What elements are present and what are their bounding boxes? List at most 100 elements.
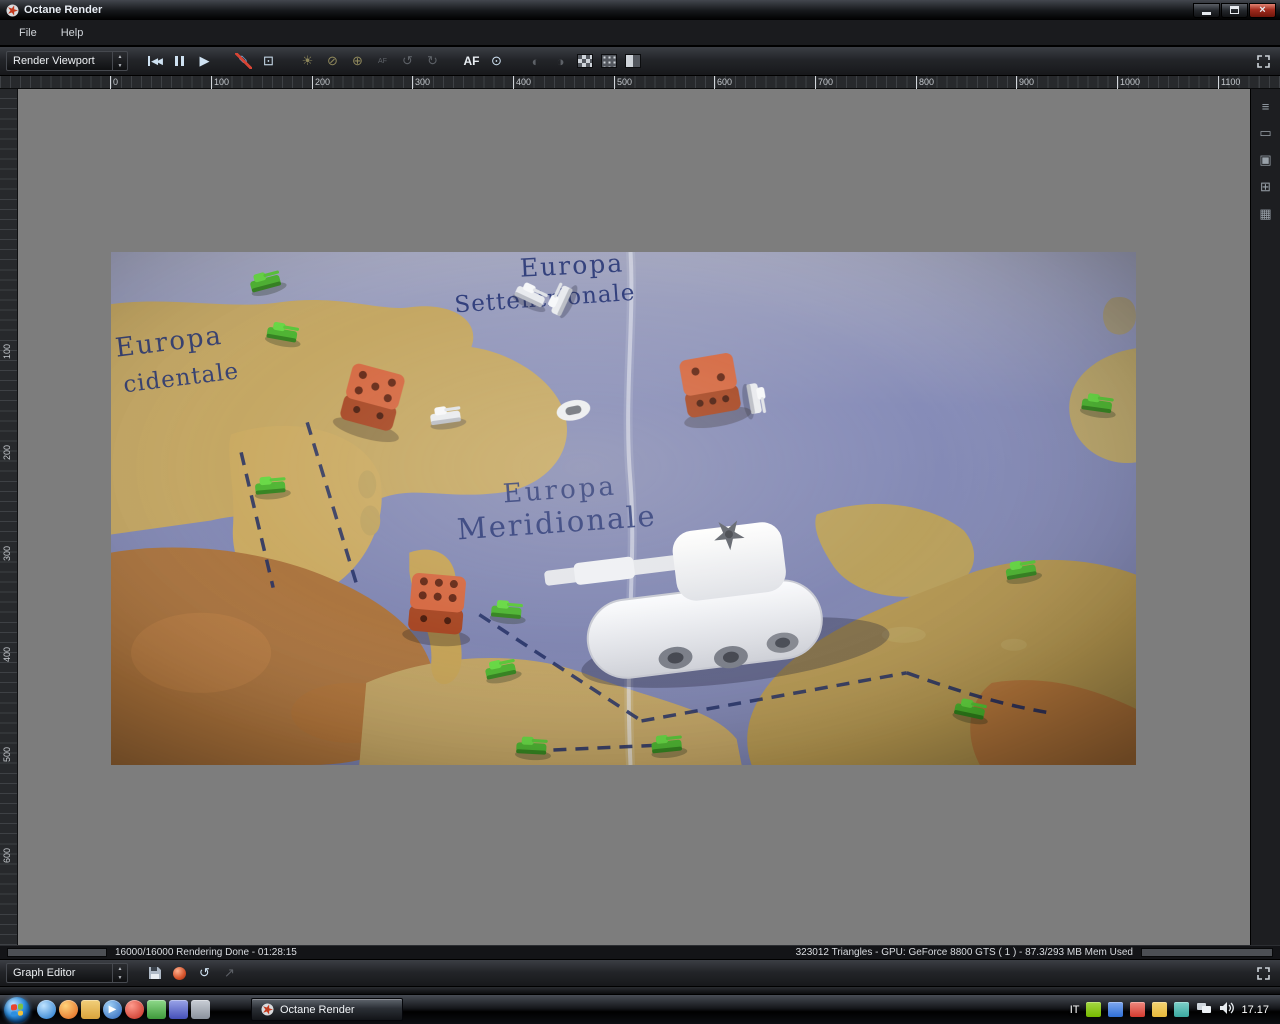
lock-camera-icon[interactable]: ⊘ (320, 50, 345, 72)
viewport-selector-spinner[interactable]: ▲ ▼ (112, 52, 127, 70)
status-bar: 16000/16000 Rendering Done - 01:28:15 32… (0, 945, 1280, 959)
taskbar-octane-button[interactable]: Octane Render (251, 998, 403, 1021)
rotate-cw-icon[interactable]: ↻ (420, 50, 445, 72)
app-icon (6, 4, 19, 16)
close-button[interactable]: × (1249, 2, 1276, 18)
quick-launch-mail-icon[interactable] (169, 1000, 188, 1019)
save-graph-icon[interactable] (142, 962, 167, 984)
taskbar-button-label: Octane Render (280, 1003, 355, 1016)
network-icon[interactable] (1196, 1001, 1212, 1018)
pause-bar (175, 56, 178, 66)
tray-shield-icon[interactable] (1108, 1002, 1124, 1017)
quick-launch-firefox-icon[interactable] (59, 1000, 78, 1019)
ruler-v-label: 100 (2, 344, 12, 360)
language-indicator[interactable]: IT (1070, 1004, 1080, 1016)
menu-file[interactable]: File (8, 23, 48, 43)
pause-render-icon[interactable] (167, 50, 192, 72)
material-ball-icon[interactable] (167, 962, 192, 984)
graph-fullscreen-icon[interactable] (1252, 962, 1274, 984)
render-toolbar: Render Viewport ▲ ▼ ◀◀ ▶ ✎ ⊡ ☀ ⊘ ⊕ AF ↺ … (0, 46, 1280, 76)
autofocus-set-icon[interactable]: AF (370, 50, 395, 72)
export-graph-icon[interactable]: ↗ (217, 962, 242, 984)
ruler-v-label: 400 (2, 647, 12, 663)
play-render-icon[interactable]: ▶ (192, 50, 217, 72)
volume-icon[interactable] (1219, 1001, 1235, 1018)
ruler-h-label: 600 (714, 76, 732, 89)
graph-editor-bar: Graph Editor ▲ ▼ ↺ ↗ (0, 959, 1280, 987)
half-right-icon[interactable]: ◑ (548, 50, 573, 72)
settings-icon[interactable]: ≡ (1256, 96, 1276, 116)
menu-help[interactable]: Help (50, 23, 95, 43)
quick-launch-media-player-icon[interactable]: ▶ (103, 1000, 122, 1019)
fullscreen-icon[interactable] (1252, 50, 1274, 72)
app-icon (261, 1003, 274, 1016)
gpu-status-text: 323012 Triangles - GPU: GeForce 8800 GTS… (795, 947, 1133, 958)
window-bottom-edge (0, 987, 1280, 994)
dither-pattern-icon[interactable] (601, 54, 617, 68)
graph-editor-spinner[interactable]: ▲ ▼ (112, 964, 127, 982)
rendered-image[interactable]: Europa Settentrionale Europa cidentale E… (111, 252, 1136, 765)
viewport-selector[interactable]: Render Viewport ▲ ▼ (6, 51, 128, 71)
ruler-h-label: 700 (815, 76, 833, 89)
alpha-checker-icon[interactable] (577, 54, 593, 68)
refresh-graph-icon[interactable]: ↺ (192, 962, 217, 984)
ruler-h-label: 800 (916, 76, 934, 89)
taskbar-clock[interactable]: 17.17 (1241, 1004, 1269, 1016)
grid-icon[interactable]: ⊞ (1256, 177, 1276, 197)
lamp-icon[interactable]: ☀ (295, 50, 320, 72)
windows-taskbar: ▶ Octane Render IT 17.17 (0, 994, 1280, 1024)
ruler-h-label: 900 (1016, 76, 1034, 89)
spin-down-icon[interactable]: ▼ (113, 61, 127, 70)
compare-split-icon[interactable] (625, 54, 641, 68)
minimize-icon (1202, 11, 1211, 15)
minimize-button[interactable] (1193, 2, 1220, 18)
restart-render-icon[interactable]: ◀◀ (142, 50, 167, 72)
spin-down-icon[interactable]: ▼ (113, 973, 127, 982)
stop-render-icon[interactable]: ✎ (231, 50, 256, 72)
viewport-side-panel: ≡ ▭ ▣ ⊞ ▦ (1250, 89, 1280, 945)
tray-update-icon[interactable] (1152, 1002, 1168, 1017)
rotate-ccw-icon[interactable]: ↺ (395, 50, 420, 72)
quick-launch-app-icon[interactable] (147, 1000, 166, 1019)
ruler-v-label: 600 (2, 848, 12, 864)
window-title: Octane Render (24, 4, 103, 16)
spin-up-icon[interactable]: ▲ (113, 964, 127, 973)
ruler-h-label: 400 (513, 76, 531, 89)
tray-gpu-icon[interactable] (1086, 1002, 1102, 1017)
ruler-v-label: 200 (2, 445, 12, 461)
focus-pick-icon[interactable]: ⊙ (484, 50, 509, 72)
autofocus-button[interactable]: AF (459, 50, 484, 72)
ruler-h-label: 1100 (1218, 76, 1240, 89)
save-render-icon[interactable]: ▣ (1256, 150, 1276, 170)
ruler-v-label: 500 (2, 747, 12, 763)
material-ball (173, 966, 186, 980)
picker-icon[interactable]: ⊕ (345, 50, 370, 72)
maximize-icon (1230, 6, 1239, 14)
ruler-h-label: 300 (412, 76, 430, 89)
half-left-icon[interactable]: ◐ (523, 50, 548, 72)
memory-progress-bar (1141, 948, 1273, 957)
ruler-h-label: 1000 (1117, 76, 1140, 89)
image-icon[interactable]: ▦ (1256, 204, 1276, 224)
monitor-icon[interactable]: ▭ (1256, 123, 1276, 143)
quick-launch-tool-icon[interactable] (191, 1000, 210, 1019)
maximize-button[interactable] (1221, 2, 1248, 18)
start-button[interactable] (4, 996, 30, 1023)
fit-viewport-icon[interactable]: ⊡ (256, 50, 281, 72)
graph-editor-selector-label: Graph Editor (13, 967, 76, 979)
tray-alert-icon[interactable] (1130, 1002, 1146, 1017)
ruler-h-label: 0 (110, 76, 118, 89)
lighting-vignette (111, 252, 1136, 765)
viewport-area[interactable]: 100 200 300 400 500 600 ≡ ▭ ▣ ⊞ ▦ (0, 89, 1280, 945)
ruler-h-label: 200 (312, 76, 330, 89)
quick-launch-folder-icon[interactable] (81, 1000, 100, 1019)
ruler-h-label: 100 (211, 76, 229, 89)
system-tray: IT 17.17 (1070, 1001, 1276, 1018)
ruler-horizontal: 0 100 200 300 400 500 600 700 800 900 10… (0, 76, 1280, 89)
quick-launch-opera-icon[interactable] (125, 1000, 144, 1019)
spin-up-icon[interactable]: ▲ (113, 52, 127, 61)
graph-editor-selector[interactable]: Graph Editor ▲ ▼ (6, 963, 128, 983)
pause-bar (181, 56, 184, 66)
quick-launch-browser-icon[interactable] (37, 1000, 56, 1019)
tray-sync-icon[interactable] (1174, 1002, 1190, 1017)
